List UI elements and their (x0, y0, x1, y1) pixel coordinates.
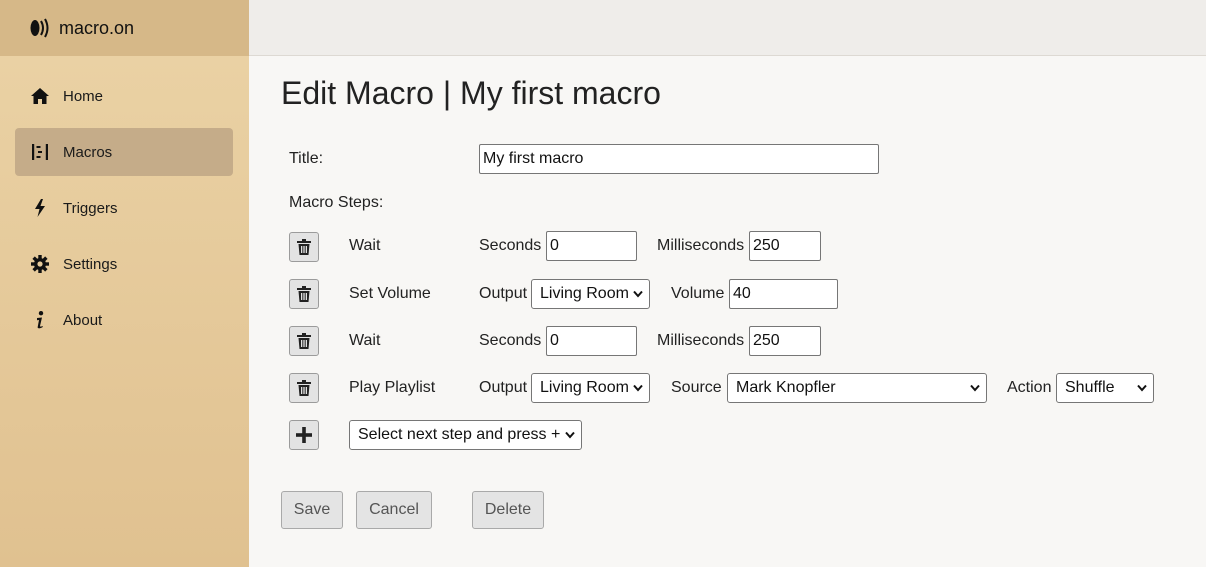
chevron-down-icon (565, 431, 575, 439)
output-select-value: Living Room (540, 285, 629, 302)
step-name: Wait (349, 332, 381, 349)
sidebar-item-about[interactable]: About (15, 296, 233, 344)
sidebar-item-settings[interactable]: Settings (15, 240, 233, 288)
chevron-down-icon (1137, 384, 1147, 392)
info-icon (31, 311, 49, 329)
volume-input[interactable] (729, 279, 838, 309)
step-name: Set Volume (349, 285, 431, 302)
next-step-select[interactable]: Select next step and press + (349, 420, 582, 450)
volume-label: Volume (671, 285, 725, 302)
output-select[interactable]: Living Room (531, 373, 650, 403)
gear-icon (31, 255, 49, 273)
macro-steps-label: Macro Steps: (289, 194, 384, 211)
sidebar-nav: Home Macros Triggers Settings About (0, 56, 249, 344)
sidebar-item-label: Macros (63, 143, 113, 161)
plus-icon (296, 427, 312, 443)
chevron-down-icon (633, 384, 643, 392)
delete-step-button[interactable] (289, 326, 319, 356)
chevron-down-icon (633, 290, 643, 298)
delete-step-button[interactable] (289, 232, 319, 262)
trash-icon (297, 333, 311, 349)
seconds-input[interactable] (546, 231, 637, 261)
sidebar-item-label: Settings (63, 255, 118, 273)
step-name: Wait (349, 237, 381, 254)
milliseconds-label: Milliseconds (657, 332, 745, 349)
trash-icon (297, 239, 311, 255)
source-select-value: Mark Knopfler (736, 379, 836, 396)
milliseconds-input[interactable] (749, 231, 821, 261)
seconds-label: Seconds (479, 332, 542, 349)
delete-step-button[interactable] (289, 279, 319, 309)
home-icon (31, 87, 49, 105)
cancel-button[interactable]: Cancel (356, 491, 432, 529)
sidebar-item-label: Triggers (63, 199, 118, 217)
milliseconds-label: Milliseconds (657, 237, 745, 254)
app-name: macro.on (59, 17, 135, 38)
source-label: Source (671, 379, 722, 396)
output-label: Output (479, 379, 528, 396)
action-label: Action (1007, 379, 1052, 396)
title-label: Title: (289, 150, 324, 167)
sidebar-item-triggers[interactable]: Triggers (15, 184, 233, 232)
sidebar-item-home[interactable]: Home (15, 72, 233, 120)
milliseconds-input[interactable] (749, 326, 821, 356)
trash-icon (297, 286, 311, 302)
page-title: Edit Macro | My first macro (281, 75, 661, 111)
sidebar-item-label: About (63, 311, 103, 329)
delete-button[interactable]: Delete (472, 491, 544, 529)
title-input[interactable] (479, 144, 879, 174)
output-label: Output (479, 285, 528, 302)
seconds-label: Seconds (479, 237, 542, 254)
source-select[interactable]: Mark Knopfler (727, 373, 987, 403)
next-step-select-value: Select next step and press + (358, 426, 561, 443)
save-button[interactable]: Save (281, 491, 343, 529)
step-name: Play Playlist (349, 379, 436, 396)
output-select-value: Living Room (540, 379, 629, 396)
seconds-input[interactable] (546, 326, 637, 356)
brand-header: macro.on (0, 0, 249, 56)
output-select[interactable]: Living Room (531, 279, 650, 309)
macros-icon (31, 143, 49, 161)
top-bar (249, 0, 1206, 56)
bolt-icon (31, 199, 49, 217)
action-select-value: Shuffle (1065, 379, 1115, 396)
main-content: Edit Macro | My first macro Title: Macro… (281, 56, 1206, 567)
sidebar-item-label: Home (63, 87, 104, 105)
add-step-button[interactable] (289, 420, 319, 450)
action-select[interactable]: Shuffle (1056, 373, 1154, 403)
sidebar-item-macros[interactable]: Macros (15, 128, 233, 176)
sidebar: macro.on Home Macros Triggers Settings A… (0, 0, 249, 567)
delete-step-button[interactable] (289, 373, 319, 403)
speaker-logo-icon (30, 18, 49, 38)
trash-icon (297, 380, 311, 396)
chevron-down-icon (970, 384, 980, 392)
